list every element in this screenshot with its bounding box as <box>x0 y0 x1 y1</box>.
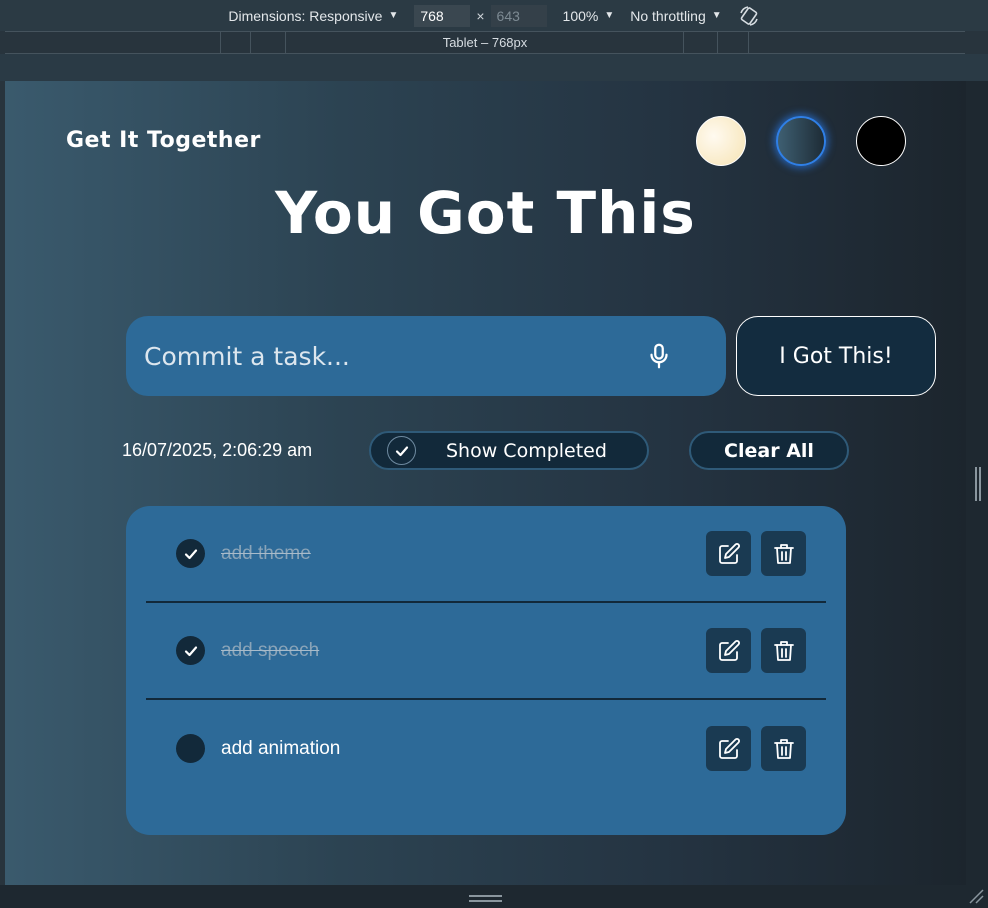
devtools-toolbar: Dimensions: Responsive ▼ 768 × 643 100% … <box>0 0 988 31</box>
corner-resize-icon[interactable] <box>968 888 984 904</box>
task-checkbox[interactable] <box>176 539 205 568</box>
trash-icon <box>773 640 794 661</box>
resize-handle-bottom[interactable] <box>469 895 502 902</box>
task-text: add animation <box>221 737 341 759</box>
edit-button[interactable] <box>706 531 751 576</box>
task-row: add speech <box>146 603 826 700</box>
delete-button[interactable] <box>761 726 806 771</box>
task-input-container <box>126 316 726 396</box>
height-input[interactable]: 643 <box>490 4 547 27</box>
edit-icon <box>718 737 740 759</box>
edit-icon <box>718 542 740 564</box>
task-text: add theme <box>221 542 311 564</box>
width-input[interactable]: 768 <box>414 4 471 27</box>
task-input[interactable] <box>144 341 644 371</box>
dimensions-label: Dimensions: Responsive <box>228 7 383 24</box>
trash-icon <box>773 738 794 759</box>
show-completed-toggle[interactable]: Show Completed <box>369 431 649 470</box>
trash-icon <box>773 543 794 564</box>
edit-button[interactable] <box>706 726 751 771</box>
theme-blue-button[interactable] <box>776 116 826 166</box>
show-completed-label: Show Completed <box>446 439 607 462</box>
ruler-label[interactable]: Tablet – 768px <box>443 35 528 50</box>
caret-down-icon: ▼ <box>388 10 399 21</box>
rotate-icon[interactable] <box>738 5 760 27</box>
times-icon: × <box>476 7 485 24</box>
app-title: Get It Together <box>66 128 261 153</box>
throttling-label: No throttling <box>630 7 706 24</box>
throttling-dropdown[interactable]: No throttling ▼ <box>630 8 721 24</box>
commit-task-button[interactable]: I Got This! <box>736 316 936 396</box>
zoom-label: 100% <box>562 7 599 24</box>
app-viewport: Get It Together You Got This I Got This!… <box>5 81 966 885</box>
edit-button[interactable] <box>706 628 751 673</box>
dimensions-dropdown[interactable]: Dimensions: Responsive ▼ <box>228 8 398 24</box>
zoom-dropdown[interactable]: 100% ▼ <box>563 8 615 24</box>
task-checkbox[interactable] <box>176 734 205 763</box>
media-query-ruler: Tablet – 768px <box>5 31 965 54</box>
clear-all-button[interactable]: Clear All <box>689 431 849 470</box>
delete-button[interactable] <box>761 531 806 576</box>
caret-down-icon: ▼ <box>711 10 722 21</box>
task-text: add speech <box>221 639 320 661</box>
hero-heading: You Got This <box>275 179 696 247</box>
task-checkbox[interactable] <box>176 636 205 665</box>
theme-dark-button[interactable] <box>856 116 906 166</box>
current-datetime: 16/07/2025, 2:06:29 am <box>122 440 313 460</box>
viewport-gap <box>0 54 988 81</box>
caret-down-icon: ▼ <box>604 10 615 21</box>
edit-icon <box>718 639 740 661</box>
task-row: add animation <box>146 700 826 797</box>
task-row: add theme <box>146 506 826 603</box>
theme-light-button[interactable] <box>696 116 746 166</box>
resize-handle-right[interactable] <box>975 467 981 501</box>
delete-button[interactable] <box>761 628 806 673</box>
checkmark-icon <box>387 436 416 465</box>
task-list: add theme add speech add animation <box>126 506 846 835</box>
microphone-icon[interactable] <box>644 341 674 371</box>
